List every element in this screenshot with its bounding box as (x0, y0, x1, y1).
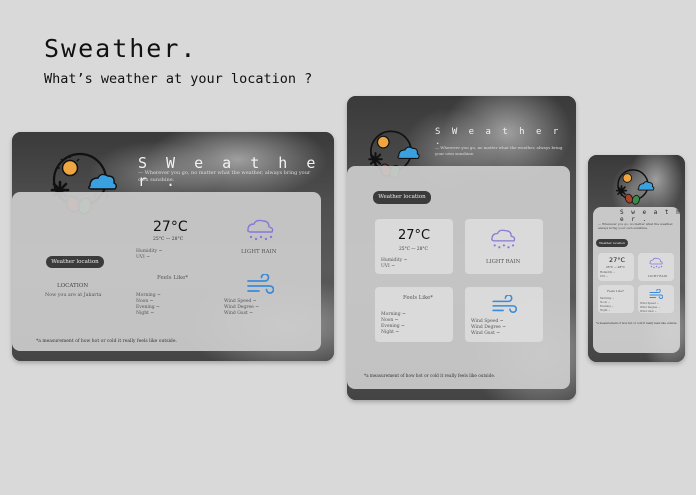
temp-range: 25°C — 28°C (606, 265, 625, 269)
weather-location-button[interactable]: Weather location (46, 256, 104, 268)
tagline: — Wherever you go, no matter what the we… (435, 145, 563, 156)
temperature: 27°C (609, 256, 626, 264)
night-label: Night ~ (136, 311, 155, 316)
wind-icon (247, 274, 274, 294)
footnote: *a measurement of how hot or cold it rea… (596, 322, 678, 325)
mobile-mockup: S w e a t h e r . — Wherever you go, no … (588, 155, 685, 362)
evening-label: Evening ~ (600, 305, 614, 308)
tablet-mockup: S W e a t h e r . — Wherever you go, no … (347, 96, 576, 400)
weather-location-button[interactable]: Weather location (596, 239, 628, 247)
light-rain-icon (649, 257, 663, 269)
humidity-label: Humidity ~ (600, 271, 616, 274)
feels-like-label: Feels Like* (607, 289, 624, 293)
wind-speed-label: Wind Speed ~ (640, 302, 659, 305)
wind-gust-label: Wind Gust ~ (471, 331, 501, 336)
light-rain-icon (491, 229, 516, 249)
wind-icon (492, 295, 517, 314)
location-heading: LOCATION (57, 283, 89, 289)
content-panel (12, 192, 321, 351)
temp-range: 25°C — 28°C (399, 247, 428, 252)
location-text: Now you are at Jakarta (45, 293, 102, 298)
desktop-mockup: S W e a t h e r . — Wherever you go, no … (12, 132, 334, 361)
uvi-label: UVI ~ (600, 275, 609, 278)
footnote: *a measurement of how hot or cold it rea… (364, 373, 496, 378)
morning-label: Morning ~ (600, 297, 615, 300)
page-title: Sweather. (44, 34, 198, 63)
condition-label: LIGHT RAIN (648, 274, 668, 278)
condition-label: LIGHT RAIN (241, 249, 277, 255)
temperature: 27°C (153, 219, 188, 235)
uvi-label: UVI ~ (136, 255, 151, 260)
wind-gust-label: Wind Gust ~ (224, 311, 254, 316)
tagline: — Wherever you go, no matter what the we… (598, 222, 674, 230)
feels-like-label: Feels Like* (157, 275, 189, 281)
weather-location-button[interactable]: Weather location (373, 191, 431, 204)
wind-degree-label: Wind Degree ~ (640, 306, 661, 309)
temp-range: 25°C — 28°C (153, 237, 184, 242)
app-brand: S w e a t h e r . (620, 209, 682, 223)
night-label: Night ~ (381, 330, 400, 335)
noon-label: Noon ~ (600, 301, 611, 304)
footnote: *a measurement of how hot or cold it rea… (36, 339, 177, 344)
wind-icon (649, 289, 663, 299)
weather-logo-icon (616, 169, 655, 205)
condition-label: LIGHT RAIN (486, 259, 521, 265)
feels-like-label: Feels Like* (403, 295, 433, 301)
app-brand: S W e a t h e r . (435, 127, 562, 147)
wind-gust-label: Wind Gust ~ (640, 310, 657, 313)
light-rain-icon (247, 219, 274, 241)
tagline: — Wherever you go, no matter what the we… (138, 170, 311, 183)
page-subtitle: What’s weather at your location ? (44, 71, 313, 87)
uvi-label: UVI ~ (381, 264, 396, 269)
temperature: 27°C (398, 228, 431, 243)
night-label: Night ~ (600, 309, 611, 312)
